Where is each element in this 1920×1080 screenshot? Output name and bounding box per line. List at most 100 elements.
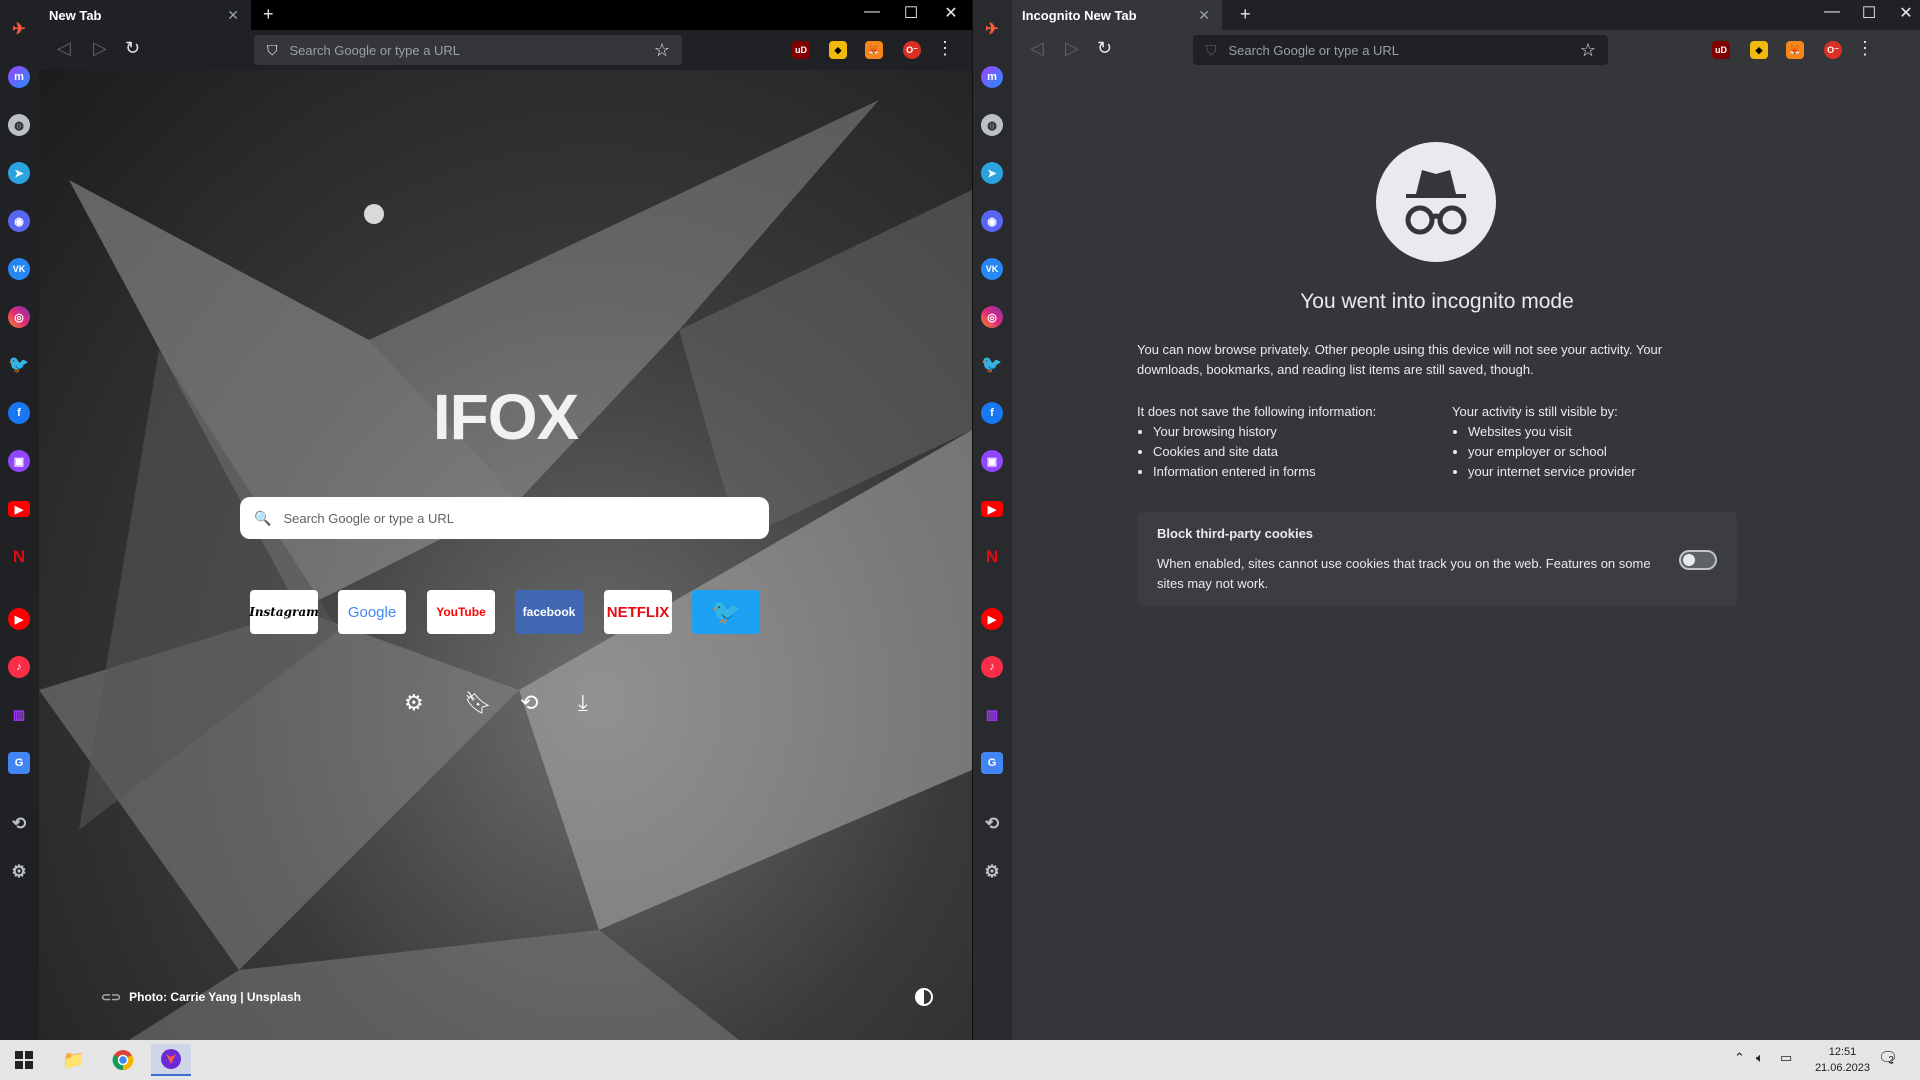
youtube-music-icon[interactable]: ▶ <box>8 608 30 630</box>
bookmark-star-icon[interactable]: ☆ <box>654 40 670 61</box>
address-bar[interactable]: ⛉ Search Google or type a URL ☆ <box>1193 35 1608 65</box>
block-cookies-toggle[interactable] <box>1679 550 1717 570</box>
settings-gear-icon[interactable]: ⚙ <box>981 861 1003 883</box>
back-icon[interactable]: ◁ <box>57 38 71 59</box>
shortcut-netflix[interactable]: NETFLIX <box>604 590 672 634</box>
close-window-button[interactable]: ✕ <box>931 3 971 23</box>
translate-icon[interactable]: G <box>8 752 30 774</box>
search-icon: 🔍 <box>254 509 272 526</box>
instagram-icon[interactable]: ◎ <box>8 306 30 328</box>
extension-key-icon[interactable]: O⁻ <box>1824 41 1842 59</box>
twitch-icon[interactable]: ▣ <box>8 450 30 472</box>
notifications-icon[interactable]: 🗨︎2 <box>1878 1048 1898 1068</box>
app-logo-icon[interactable]: ✈ <box>981 18 1003 40</box>
address-bar[interactable]: ⛉ Search Google or type a URL ☆ <box>254 35 682 65</box>
shortcut-youtube[interactable]: YouTube <box>427 590 495 634</box>
clock[interactable]: 12:51 21.06.2023 <box>1815 1044 1870 1076</box>
apple-music-icon[interactable]: ♪ <box>981 656 1003 678</box>
facebook-icon[interactable]: f <box>981 402 1003 424</box>
tab-title: Incognito New Tab <box>1022 7 1137 23</box>
binance-wallet-icon[interactable]: ◆ <box>1750 41 1768 59</box>
menu-dots-icon[interactable]: ⋮ <box>1856 38 1874 59</box>
not-saved-column: It does not save the following informati… <box>1137 402 1437 482</box>
photo-credit[interactable]: ⊂⊃ Photo: Carrie Yang | Unsplash <box>101 990 301 1004</box>
globe-icon[interactable]: ◍ <box>981 114 1003 136</box>
netflix-icon[interactable]: N <box>8 546 30 568</box>
link-icon: ⊂⊃ <box>101 990 122 1004</box>
close-window-button[interactable]: ✕ <box>1886 3 1920 23</box>
close-tab-icon[interactable]: ✕ <box>1198 7 1210 24</box>
network-icon[interactable]: ▭ <box>1780 1050 1792 1066</box>
maximize-button[interactable]: ☐ <box>891 3 931 23</box>
tab-incognito-new-tab[interactable]: Incognito New Tab ✕ <box>1012 0 1222 30</box>
youtube-icon[interactable]: ▶ <box>981 501 1003 517</box>
maximize-button[interactable]: ☐ <box>1849 3 1889 23</box>
apple-music-icon[interactable]: ♪ <box>8 656 30 678</box>
download-icon[interactable]: ⤓ <box>578 690 588 716</box>
crystal-background <box>39 100 972 1040</box>
new-tab-button[interactable]: + <box>1240 4 1251 25</box>
chrome-icon[interactable] <box>103 1044 143 1076</box>
telegram-icon[interactable]: ➤ <box>8 162 30 184</box>
volume-icon[interactable]: 🔈︎ <box>1756 1050 1764 1066</box>
extension-key-icon[interactable]: O⁻ <box>903 41 921 59</box>
close-tab-icon[interactable]: ✕ <box>227 7 239 24</box>
discord-icon[interactable]: ◉ <box>8 210 30 232</box>
twitter-icon[interactable]: 🐦 <box>8 354 30 376</box>
contrast-toggle-icon[interactable] <box>915 988 933 1006</box>
settings-gear-icon[interactable]: ⚙ <box>8 861 30 883</box>
vk-icon[interactable]: VK <box>8 258 30 280</box>
incognito-title: You went into incognito mode <box>1300 290 1574 313</box>
minimize-button[interactable]: — <box>1812 3 1852 21</box>
taskbar: 📁 ⌃ 🔈︎ ▭ 12:51 21.06.2023 🗨︎2 <box>0 1040 1920 1080</box>
messenger-icon[interactable]: m <box>8 66 30 88</box>
minimize-button[interactable]: — <box>852 3 892 21</box>
globe-icon[interactable]: ◍ <box>8 114 30 136</box>
shortcut-google[interactable]: Google <box>338 590 406 634</box>
history-icon[interactable]: ⟲ <box>520 690 538 716</box>
menu-dots-icon[interactable]: ⋮ <box>936 38 954 59</box>
ublock-icon[interactable]: uD <box>1712 41 1730 59</box>
address-placeholder: Search Google or type a URL <box>1228 42 1400 58</box>
discord-icon[interactable]: ◉ <box>981 210 1003 232</box>
shortcut-facebook[interactable]: facebook <box>515 590 583 634</box>
bookmark-icon[interactable]: 🔖︎ <box>464 690 492 716</box>
twitch-icon[interactable]: ▣ <box>981 450 1003 472</box>
facebook-icon[interactable]: f <box>8 402 30 424</box>
deezer-icon[interactable]: ▥ <box>981 704 1003 726</box>
history-icon[interactable]: ⟲ <box>981 813 1003 835</box>
bookmark-star-icon[interactable]: ☆ <box>1580 40 1596 61</box>
ublock-icon[interactable]: uD <box>792 41 810 59</box>
binance-wallet-icon[interactable]: ◆ <box>829 41 847 59</box>
messenger-icon[interactable]: m <box>981 66 1003 88</box>
new-tab-button[interactable]: + <box>263 4 274 25</box>
settings-gear-icon[interactable]: ⚙ <box>404 690 424 716</box>
netflix-icon[interactable]: N <box>981 546 1003 568</box>
shortcut-twitter[interactable]: 🐦 <box>692 590 760 634</box>
telegram-icon[interactable]: ➤ <box>981 162 1003 184</box>
forward-icon[interactable]: ▷ <box>93 38 107 59</box>
start-windows-icon[interactable] <box>4 1044 44 1076</box>
tab-new-tab[interactable]: New Tab ✕ <box>39 0 251 30</box>
translate-icon[interactable]: G <box>981 752 1003 774</box>
deezer-icon[interactable]: ▥ <box>8 704 30 726</box>
not-saved-heading: It does not save the following informati… <box>1137 404 1377 419</box>
shortcut-instagram[interactable]: Instagram <box>249 590 319 634</box>
metamask-icon[interactable]: 🦊 <box>1786 41 1804 59</box>
app-logo-icon[interactable]: ✈ <box>8 18 30 40</box>
search-input[interactable]: 🔍 Search Google or type a URL <box>240 497 769 539</box>
reload-icon[interactable]: ↻ <box>125 38 140 59</box>
instagram-icon[interactable]: ◎ <box>981 306 1003 328</box>
chevron-up-icon[interactable]: ⌃ <box>1734 1050 1745 1066</box>
forward-icon[interactable]: ▷ <box>1065 38 1079 59</box>
ifox-browser-icon[interactable] <box>151 1044 191 1076</box>
back-icon[interactable]: ◁ <box>1030 38 1044 59</box>
metamask-icon[interactable]: 🦊 <box>865 41 883 59</box>
history-icon[interactable]: ⟲ <box>8 813 30 835</box>
reload-icon[interactable]: ↻ <box>1097 38 1112 59</box>
youtube-icon[interactable]: ▶ <box>8 501 30 517</box>
vk-icon[interactable]: VK <box>981 258 1003 280</box>
file-explorer-icon[interactable]: 📁 <box>54 1044 94 1076</box>
youtube-music-icon[interactable]: ▶ <box>981 608 1003 630</box>
twitter-icon[interactable]: 🐦 <box>981 354 1003 376</box>
